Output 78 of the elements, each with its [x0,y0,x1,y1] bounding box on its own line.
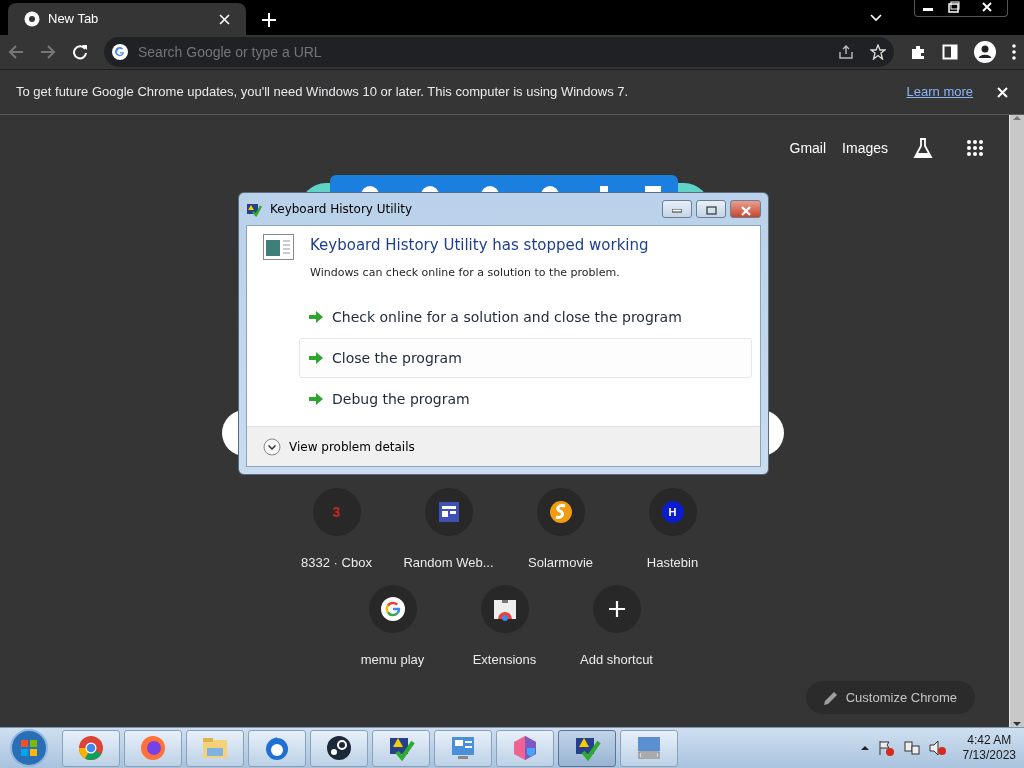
shortcut-label[interactable]: Add shortcut [580,649,653,669]
google-icon [380,596,405,621]
star-icon[interactable] [870,44,886,60]
chrome-icon [77,734,105,762]
letter-icon: 3 [332,501,341,523]
expand-icon [263,437,281,456]
taskbar-button[interactable] [558,729,616,767]
shortcut-icon-button[interactable] [536,488,585,536]
bird-icon [263,734,291,762]
gmail-link[interactable]: Gmail [789,137,827,159]
profile-icon[interactable] [974,41,996,63]
shortcut-icon-button[interactable] [424,488,473,536]
show-hidden-icon[interactable] [860,745,869,751]
layout-icon [436,500,461,524]
tab-title: New Tab [48,10,100,29]
app-icon [246,201,262,217]
flask-icon[interactable] [912,137,934,159]
arrow-icon [308,351,324,365]
puzzle-icon[interactable] [910,44,926,60]
dialog-heading: Keyboard History Utility has stopped working [310,235,649,256]
scrollbar[interactable] [1009,115,1024,727]
update-message: To get future Google Chrome updates, you'll need Windows 10 or later. This computer is using Windows 7. [16,83,629,102]
new-tab-icon[interactable] [262,13,276,27]
reload-icon[interactable] [72,44,88,60]
close-icon[interactable] [219,13,230,25]
address-bar[interactable]: Search Google or type a URL [104,37,894,67]
dialog-title: Keyboard History Utility [270,201,413,218]
volume-muted-icon[interactable] [928,740,947,756]
steam-icon [325,734,353,762]
option-link[interactable]: Close the program [299,338,752,378]
browser-tab[interactable]: New Tab [8,3,246,35]
minimize-button[interactable] [662,200,692,218]
apps-icon[interactable] [966,139,984,157]
shortcut-label[interactable]: Solarmovie [528,553,593,573]
maximize-button[interactable] [696,200,726,218]
chrome-icon [24,11,40,27]
taskbar-button[interactable] [310,729,368,767]
forward-icon[interactable] [40,44,56,60]
view-details-toggle[interactable]: View problem details [263,437,415,456]
side-panel-icon[interactable] [942,44,958,60]
back-icon[interactable] [8,44,24,60]
close-button[interactable] [730,200,761,218]
pencil-icon [823,690,838,705]
dialog-message: Windows can check online for a solution to the problem. [310,264,621,281]
customize-chrome-button[interactable]: Customize Chrome [805,681,975,714]
learn-more-link[interactable]: Learn more [906,82,973,102]
keyboard-icon [635,734,663,762]
arrow-icon [308,392,324,406]
network-icon[interactable] [902,740,921,756]
google-icon [112,44,128,60]
monitor-icon [449,734,477,762]
option-link[interactable]: Check online for a solution and close the program [299,297,752,337]
menu-icon[interactable] [1012,44,1016,60]
shortcut-label[interactable]: Random Web... [403,553,494,573]
close-icon[interactable] [997,86,1008,98]
taskbar-button[interactable] [372,729,430,767]
shortcut-label[interactable]: memu play [360,649,425,669]
minimize-icon [672,208,682,213]
s-logo-icon [548,500,573,524]
maximize-icon [705,206,717,215]
start-button[interactable] [8,728,50,768]
images-link[interactable]: Images [842,137,888,159]
arrow-icon [308,310,324,324]
chevron-down-icon[interactable] [870,14,882,22]
shield-icon [511,734,539,762]
clock-time[interactable]: 4:42 AM [962,733,1016,748]
shortcut-label[interactable]: 8332 · Cbox [301,553,372,573]
share-icon[interactable] [838,44,854,60]
program-icon [263,234,294,260]
flag-icon[interactable] [876,740,895,756]
firefox-icon [139,734,167,762]
close-icon [740,205,751,216]
clock-date[interactable]: 7/13/2023 [962,748,1016,763]
option-link[interactable]: Debug the program [299,379,752,419]
shortcut-label[interactable]: Extensions [472,649,537,669]
shortcut-icon-button[interactable]: H [648,488,697,536]
shortcut-label[interactable]: Hastebin [646,553,699,573]
letter-icon: H [661,501,684,523]
